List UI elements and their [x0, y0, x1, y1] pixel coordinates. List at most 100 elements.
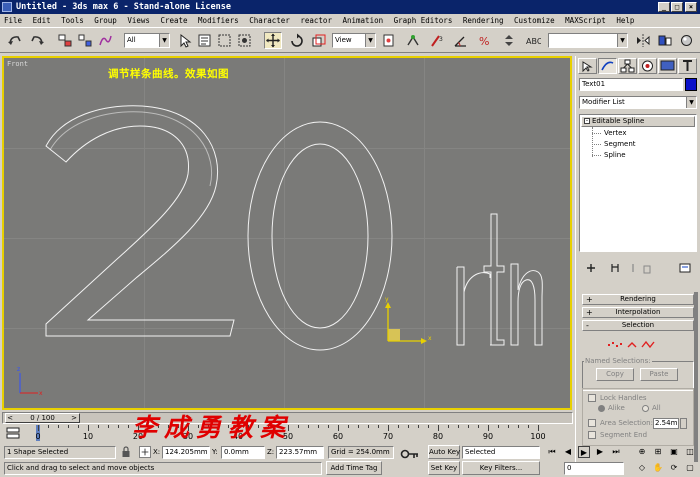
select-and-rotate-icon[interactable] [288, 32, 306, 49]
next-frame-icon[interactable]: ▶ [594, 446, 606, 458]
utilities-tab-icon[interactable] [678, 58, 697, 74]
named-selection-sets-dropdown[interactable]: ▼ [548, 33, 628, 48]
absolute-mode-icon[interactable] [139, 446, 151, 458]
collapse-icon[interactable]: - [584, 118, 590, 124]
unlink-icon[interactable] [76, 32, 94, 49]
pan-icon[interactable]: ✋ [652, 462, 664, 474]
command-panel-scrollbar[interactable] [694, 292, 698, 462]
add-time-tag-button[interactable]: Add Time Tag [326, 461, 382, 475]
menu-help[interactable]: Help [616, 16, 634, 25]
zoom-all-icon[interactable]: ⊞ [652, 446, 664, 458]
menu-file[interactable]: File [4, 16, 22, 25]
alike-radio[interactable] [598, 405, 605, 412]
maximize-button[interactable]: □ [671, 2, 683, 12]
menu-reactor[interactable]: reactor [300, 16, 332, 25]
stack-sub-segment[interactable]: Segment [592, 139, 636, 149]
current-frame-field[interactable]: 0 [564, 462, 624, 475]
play-icon[interactable]: ▶ [578, 446, 590, 458]
all-radio[interactable] [642, 405, 649, 412]
object-color-swatch[interactable] [685, 78, 697, 91]
zoom-extents-all-icon[interactable]: ◫ [684, 446, 696, 458]
modifier-list-dropdown[interactable]: Modifier List ▼ [579, 96, 697, 109]
select-and-scale-icon[interactable] [310, 32, 328, 49]
make-unique-icon[interactable] [627, 262, 639, 274]
show-end-result-icon[interactable] [609, 262, 621, 274]
select-and-link-icon[interactable] [56, 32, 74, 49]
use-pivot-center-icon[interactable] [380, 32, 398, 49]
snaps-toggle-icon[interactable]: 3 [428, 32, 446, 49]
edit-named-selection-icon[interactable]: ABC [524, 32, 543, 49]
segment-end-checkbox[interactable] [588, 431, 596, 439]
window-crossing-icon[interactable] [236, 32, 254, 49]
object-name-field[interactable]: Text01 [579, 78, 683, 91]
paste-selection-button[interactable]: Paste [640, 368, 678, 381]
go-to-start-icon[interactable]: ⏮ [546, 446, 558, 458]
angle-snap-icon[interactable] [452, 32, 470, 49]
modify-tab-icon[interactable] [598, 58, 617, 74]
rollout-selection[interactable]: - Selection [582, 320, 694, 331]
rollout-rendering[interactable]: + Rendering [582, 294, 694, 305]
maximize-viewport-icon[interactable]: ▢ [684, 462, 696, 474]
open-mini-curve-editor-icon[interactable] [6, 427, 20, 439]
lock-icon[interactable] [120, 446, 132, 458]
area-selection-input[interactable]: 2.54m [653, 418, 679, 429]
percent-snap-icon[interactable]: % [476, 32, 494, 49]
z-coordinate-field[interactable]: 223.57mm [276, 446, 324, 459]
pin-stack-icon[interactable] [585, 262, 597, 274]
x-coordinate-field[interactable]: 124.205mm [162, 446, 210, 459]
spinner-snap-icon[interactable] [500, 32, 518, 49]
select-object-icon[interactable] [176, 32, 194, 49]
material-editor-icon[interactable] [678, 32, 696, 49]
hierarchy-tab-icon[interactable] [618, 58, 637, 74]
select-by-name-icon[interactable] [196, 32, 214, 49]
stack-sub-vertex[interactable]: Vertex [592, 128, 627, 138]
menu-maxscript[interactable]: MAXScript [565, 16, 606, 25]
menu-character[interactable]: Character [249, 16, 290, 25]
select-and-manipulate-icon[interactable] [404, 32, 422, 49]
menu-tools[interactable]: Tools [61, 16, 84, 25]
menu-group[interactable]: Group [94, 16, 117, 25]
rollout-interpolation[interactable]: + Interpolation [582, 307, 694, 318]
next-frame-arrow-icon[interactable]: > [69, 413, 79, 423]
redo-icon[interactable] [28, 32, 46, 49]
reference-coordinate-dropdown[interactable]: View ▼ [332, 33, 376, 48]
field-of-view-icon[interactable]: ◇ [636, 462, 648, 474]
arc-rotate-icon[interactable]: ⟳ [668, 462, 680, 474]
area-selection-checkbox[interactable] [588, 419, 596, 427]
remove-modifier-icon[interactable] [641, 262, 653, 274]
selection-filter-dropdown[interactable]: All ▼ [124, 33, 170, 48]
zoom-extents-icon[interactable]: ▣ [668, 446, 680, 458]
menu-modifiers[interactable]: Modifiers [198, 16, 239, 25]
menu-views[interactable]: Views [127, 16, 150, 25]
menu-customize[interactable]: Customize [514, 16, 555, 25]
key-mode-dropdown[interactable]: Selected [462, 446, 540, 459]
select-and-move-icon[interactable] [264, 32, 282, 49]
minimize-button[interactable]: _ [658, 2, 670, 12]
stack-sub-spline[interactable]: Spline [592, 150, 626, 160]
front-viewport[interactable]: y x z x Front 调节样条曲线。效果如图 [2, 56, 572, 410]
menu-animation[interactable]: Animation [342, 16, 383, 25]
viewport-label[interactable]: Front [7, 60, 28, 68]
menu-create[interactable]: Create [160, 16, 187, 25]
menu-graph-editors[interactable]: Graph Editors [394, 16, 453, 25]
prev-frame-arrow-icon[interactable]: < [5, 413, 15, 423]
lock-handles-checkbox[interactable] [588, 394, 596, 402]
key-filters-button[interactable]: Key Filters... [462, 461, 540, 475]
previous-frame-icon[interactable]: ◀ [562, 446, 574, 458]
key-icon[interactable] [400, 448, 420, 460]
copy-selection-button[interactable]: Copy [596, 368, 634, 381]
close-button[interactable]: × [685, 2, 697, 12]
undo-icon[interactable] [6, 32, 24, 49]
motion-tab-icon[interactable] [638, 58, 657, 74]
mirror-icon[interactable] [634, 32, 652, 49]
display-tab-icon[interactable] [658, 58, 677, 74]
area-selection-spinner[interactable] [680, 418, 687, 429]
bind-space-warp-icon[interactable] [96, 32, 114, 49]
menu-edit[interactable]: Edit [33, 16, 51, 25]
menu-rendering[interactable]: Rendering [463, 16, 504, 25]
create-tab-icon[interactable] [578, 58, 597, 74]
configure-modifier-sets-icon[interactable] [679, 262, 691, 274]
rectangular-selection-icon[interactable] [216, 32, 234, 49]
stack-item-editable-spline[interactable]: - Editable Spline [581, 116, 695, 127]
go-to-end-icon[interactable]: ⏭ [610, 446, 622, 458]
